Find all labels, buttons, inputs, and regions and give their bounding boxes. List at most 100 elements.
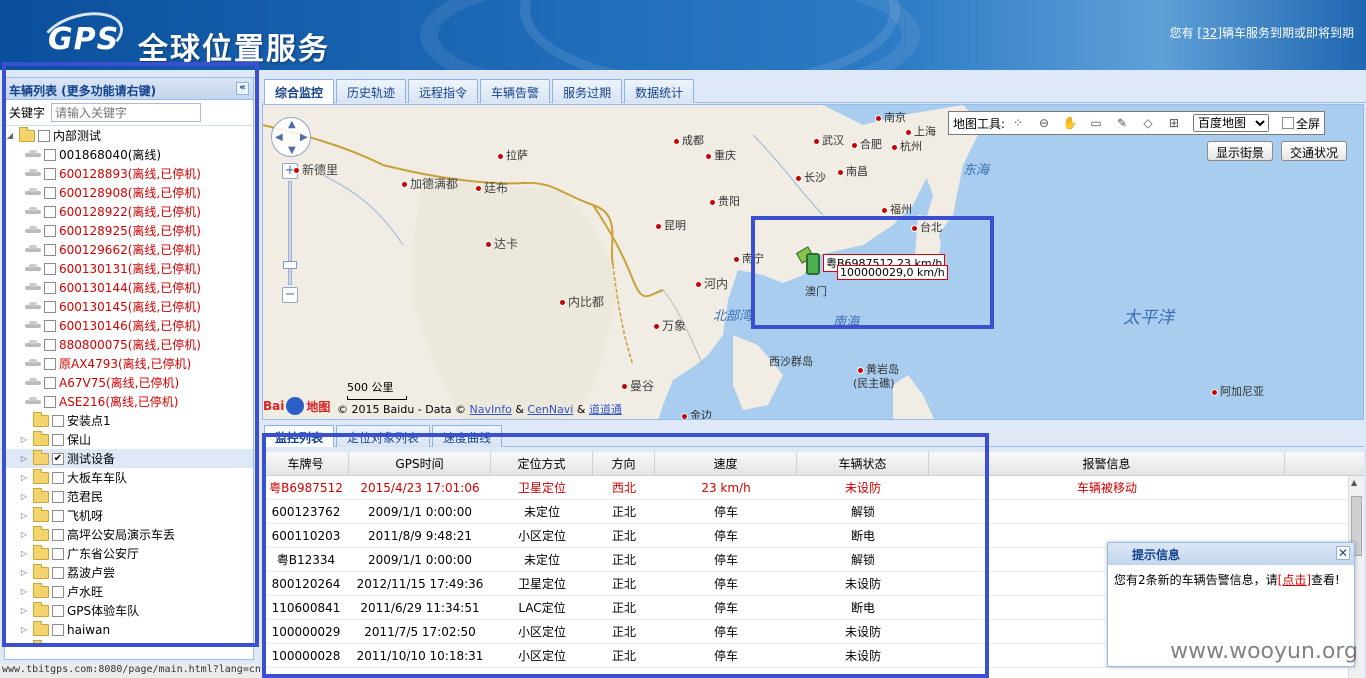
cennavi-link[interactable]: CenNavi [527, 403, 573, 416]
vehicle-checkbox[interactable] [44, 319, 56, 332]
expand-arrow-icon[interactable]: ▷ [19, 606, 29, 615]
collapse-arrow-icon[interactable]: ◢ [5, 131, 15, 140]
tree-vehicle-item[interactable]: ASE216(离线,已停机) [5, 392, 253, 411]
show-street-view-button[interactable]: 显示街景 [1206, 141, 1273, 161]
vehicle-marker-icon-2[interactable] [806, 253, 820, 275]
vehicle-checkbox[interactable] [44, 262, 56, 275]
tree-group-item[interactable]: ▷ 大板车车队 [5, 468, 253, 487]
pan-left-icon[interactable]: ◀ [275, 132, 283, 143]
tree-group-item[interactable]: ▷ 荔波卢尝 [5, 563, 253, 582]
tree-group-item[interactable]: ▷ 广东省公安厅 [5, 544, 253, 563]
marker-pin-icon[interactable]: ✎ [1112, 115, 1132, 131]
group-checkbox[interactable] [52, 490, 64, 503]
group-checkbox[interactable] [38, 129, 50, 142]
vehicle-checkbox[interactable] [44, 357, 56, 370]
tree-group-item[interactable]: ▷ GPS体验车队 [5, 601, 253, 620]
tree-vehicle-item[interactable]: 600129662(离线,已停机) [5, 240, 253, 259]
tab-2[interactable]: 远程指令 [408, 79, 479, 103]
expand-arrow-icon[interactable]: ▷ [19, 644, 29, 646]
tree-group-item[interactable]: ▷ 保山 [5, 430, 253, 449]
expand-arrow-icon[interactable]: ▷ [19, 511, 29, 520]
vehicle-checkbox[interactable] [44, 338, 56, 351]
grid-column-header[interactable]: 定位方式 [491, 452, 593, 475]
vehicle-checkbox[interactable] [44, 205, 56, 218]
expand-arrow-icon[interactable]: ▷ [19, 625, 29, 634]
pan-down-icon[interactable]: ▼ [288, 145, 296, 156]
tree-vehicle-item[interactable]: 600130145(离线,已停机) [5, 297, 253, 316]
expand-arrow-icon[interactable]: ▷ [19, 454, 29, 463]
vehicle-label-2[interactable]: 100000029,0 km/h [837, 265, 948, 280]
vehicle-checkbox[interactable] [44, 300, 56, 313]
tree-group-item[interactable]: ▷ hammer [5, 639, 253, 646]
grid-column-header[interactable]: 报警信息 [929, 452, 1285, 475]
tab-3[interactable]: 车辆告警 [480, 79, 551, 103]
navinfo-link[interactable]: NavInfo [470, 403, 512, 416]
vehicle-checkbox[interactable] [44, 224, 56, 237]
tree-group-item[interactable]: ▷ 范君民 [5, 487, 253, 506]
tree-vehicle-item[interactable]: 001868040(离线) [5, 145, 253, 164]
zoom-track[interactable] [288, 181, 292, 285]
bottom-tab-2[interactable]: 速度曲线 [432, 425, 503, 447]
vehicle-checkbox[interactable] [44, 376, 56, 389]
bottom-tab-1[interactable]: 定位对象列表 [336, 425, 431, 447]
table-row[interactable]: 600123762 2009/1/1 0:00:00 未定位 正北 停车 解锁 [263, 500, 1364, 524]
tree-vehicle-item[interactable]: 600130146(离线,已停机) [5, 316, 253, 335]
collapse-panel-button[interactable]: « [236, 82, 249, 95]
group-checkbox[interactable] [52, 642, 64, 646]
vehicle-checkbox[interactable] [44, 148, 56, 161]
vehicle-checkbox[interactable] [44, 281, 56, 294]
tree-vehicle-item[interactable]: 600128908(离线,已停机) [5, 183, 253, 202]
tree-group-item[interactable]: ▷ haiwan [5, 620, 253, 639]
grid-column-header[interactable]: 速度 [655, 452, 797, 475]
grid-column-header[interactable]: 车辆状态 [797, 452, 929, 475]
pan-right-icon[interactable]: ▶ [300, 132, 308, 143]
grid-column-header[interactable]: 方向 [593, 452, 655, 475]
expand-arrow-icon[interactable]: ▷ [19, 587, 29, 596]
tree-vehicle-item[interactable]: 原AX4793(离线,已停机) [5, 354, 253, 373]
expand-arrow-icon[interactable]: ▷ [19, 549, 29, 558]
tree-vehicle-item[interactable]: 600128925(离线,已停机) [5, 221, 253, 240]
tree-group-item[interactable]: ▷ 飞机呀 [5, 506, 253, 525]
expand-arrow-icon[interactable]: ▷ [19, 473, 29, 482]
tab-0[interactable]: 综合监控 [264, 79, 335, 104]
group-checkbox[interactable] [52, 528, 64, 541]
zoom-slider-handle[interactable] [283, 261, 297, 269]
group-checkbox[interactable]: ✔ [52, 452, 64, 465]
tree-group-item[interactable]: ▷ 卢水旺 [5, 582, 253, 601]
tree-root-group[interactable]: ◢ 内部测试 [5, 126, 253, 145]
tree-group-item[interactable]: 安装点1 [5, 411, 253, 430]
table-row[interactable]: 粤B6987512 2015/4/23 17:01:06 卫星定位 西北 23 km/h… [263, 476, 1364, 500]
expand-arrow-icon[interactable]: ▷ [19, 530, 29, 539]
daodaotong-link[interactable]: 道道通 [589, 403, 622, 416]
tree-vehicle-item[interactable]: 600130131(离线,已停机) [5, 259, 253, 278]
tab-5[interactable]: 数据统计 [624, 79, 695, 103]
tree-group-item[interactable]: ▷ 高坪公安局演示车丢 [5, 525, 253, 544]
map-view[interactable]: ▲ ▼ ◀ ▶ + − 南京 上海 成都 武汉 合肥 杭州 拉萨 重庆 长沙 南… [262, 104, 1364, 420]
traffic-button[interactable]: 交通状况 [1280, 141, 1347, 161]
keyword-input[interactable] [51, 103, 202, 122]
zoom-out-button[interactable]: − [282, 287, 298, 303]
group-checkbox[interactable] [52, 414, 64, 427]
grid-column-header[interactable]: GPS时间 [349, 452, 491, 475]
tab-1[interactable]: 历史轨迹 [336, 79, 407, 103]
group-checkbox[interactable] [52, 433, 64, 446]
scroll-up-icon[interactable]: ▲ [1351, 478, 1357, 487]
group-checkbox[interactable] [52, 547, 64, 560]
tab-4[interactable]: 服务过期 [552, 79, 623, 103]
tree-group-item[interactable]: ▷ ✔ 测试设备 [5, 449, 253, 468]
tree-vehicle-item[interactable]: 600128922(离线,已停机) [5, 202, 253, 221]
measure-points-icon[interactable]: ⁘ [1008, 115, 1028, 131]
tree-vehicle-item[interactable]: 600128893(离线,已停机) [5, 164, 253, 183]
vehicle-checkbox[interactable] [44, 243, 56, 256]
group-checkbox[interactable] [52, 566, 64, 579]
zoom-out-tool-icon[interactable]: ⊖ [1034, 115, 1054, 131]
expand-arrow-icon[interactable]: ▷ [19, 435, 29, 444]
hand-pan-icon[interactable]: ✋ [1060, 115, 1080, 131]
pan-control[interactable]: ▲ ▼ ◀ ▶ [271, 117, 311, 157]
pan-up-icon[interactable]: ▲ [288, 119, 296, 130]
group-checkbox[interactable] [52, 604, 64, 617]
expand-arrow-icon[interactable]: ▷ [19, 492, 29, 501]
vehicle-checkbox[interactable] [44, 186, 56, 199]
grid-icon[interactable]: ⊞ [1164, 115, 1184, 131]
map-type-select[interactable]: 百度地图 [1192, 114, 1269, 132]
